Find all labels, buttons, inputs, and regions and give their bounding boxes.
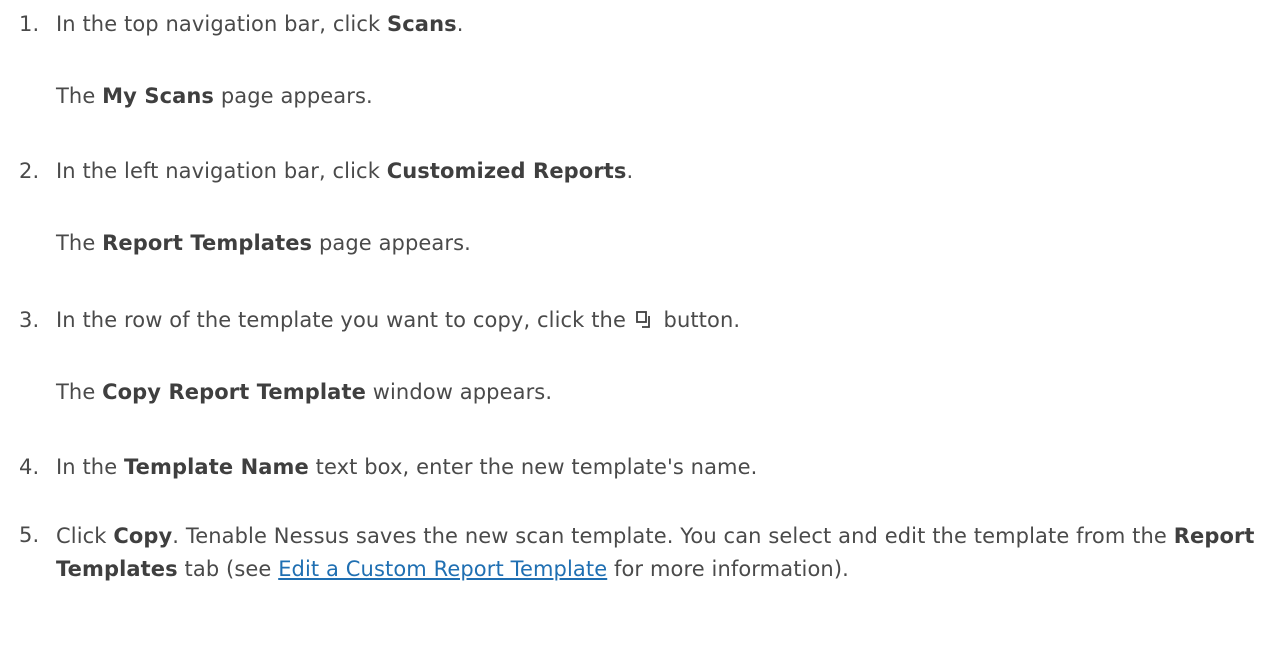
result-text: The Report Templates page appears. (56, 231, 471, 255)
result-text: The My Scans page appears. (56, 84, 373, 108)
step-number: 5. (19, 523, 40, 547)
ui-term: Copy Report Template (102, 380, 366, 404)
step-text: In the row of the template you want to c… (56, 308, 741, 332)
step-text: In the Template Name text box, enter the… (56, 455, 758, 479)
ui-term: Customized Reports (386, 159, 627, 183)
edit-template-link[interactable]: Edit a Custom Report Template (278, 557, 607, 581)
procedure-page: 1. In the top navigation bar, click Scan… (0, 0, 1279, 646)
ui-term: My Scans (102, 84, 215, 108)
step-number: 3. (19, 308, 40, 332)
copy-icon (635, 308, 655, 328)
step-number: 2. (19, 159, 40, 183)
ui-term: Template Name (124, 455, 309, 479)
step-number: 1. (19, 12, 40, 36)
step-text: In the left navigation bar, click Custom… (56, 159, 634, 183)
ui-term: Report Templates (102, 231, 313, 255)
ui-term: Scans (387, 12, 457, 36)
step-number: 4. (19, 455, 40, 479)
result-text: The Copy Report Template window appears. (56, 380, 553, 404)
ui-term: Copy (113, 524, 173, 548)
step-text: Click Copy. Tenable Nessus saves the new… (56, 524, 1255, 581)
step-text: In the top navigation bar, click Scans. (56, 12, 464, 36)
